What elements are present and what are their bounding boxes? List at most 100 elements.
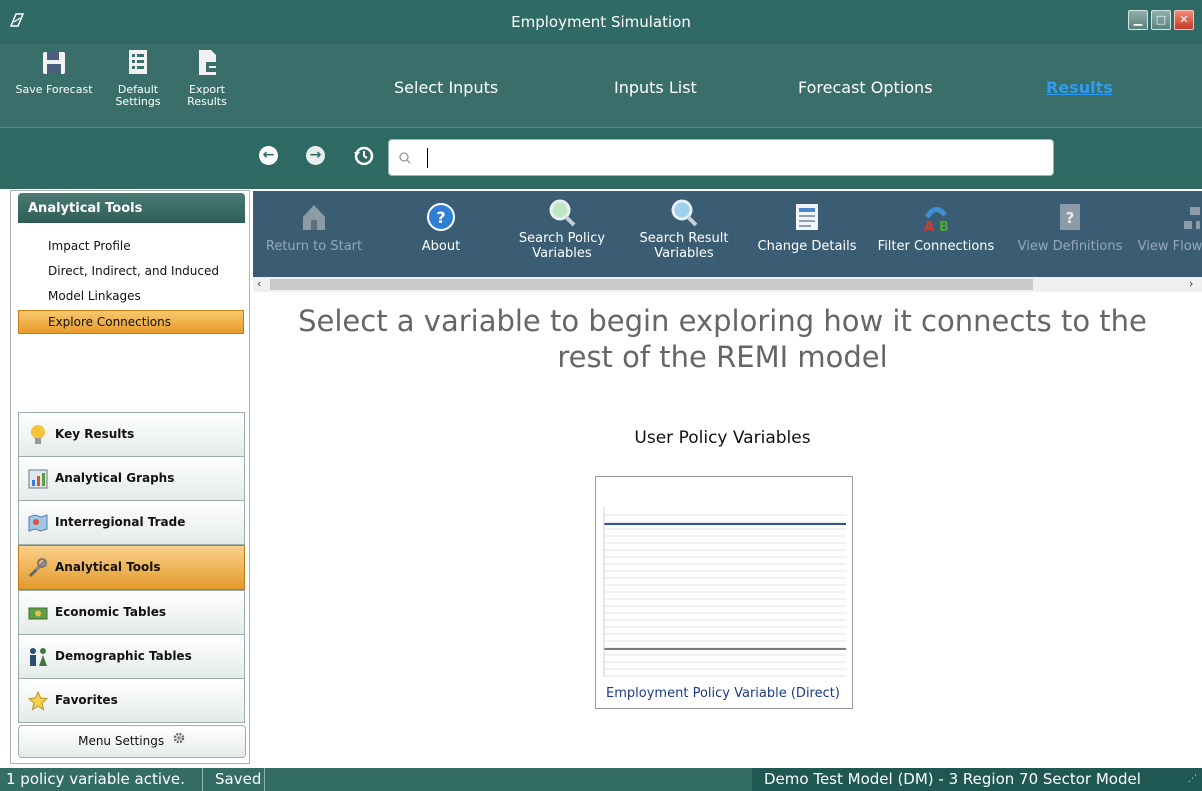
scroll-right-icon[interactable]: › xyxy=(1189,277,1193,290)
magnifier-blue-icon xyxy=(669,197,699,229)
export-results-label: Export Results xyxy=(187,83,227,108)
view-flow-button[interactable]: View Flow xyxy=(1130,191,1202,277)
category-key-results-label: Key Results xyxy=(55,427,135,441)
star-icon xyxy=(27,690,49,712)
tab-inputs-list[interactable]: Inputs List xyxy=(614,78,697,97)
variable-thumbnail-graph xyxy=(596,477,852,687)
sidebar-header: Analytical Tools xyxy=(18,193,245,223)
default-settings-label: Default Settings xyxy=(115,83,161,108)
status-saved: Saved xyxy=(215,770,262,788)
menu-settings-label: Menu Settings xyxy=(78,734,165,748)
magnifier-green-icon xyxy=(547,197,577,229)
history-icon[interactable] xyxy=(352,144,376,168)
maximize-button[interactable]: □ xyxy=(1151,10,1171,30)
svg-text:B: B xyxy=(939,220,949,233)
menu-settings-button[interactable]: Menu Settings xyxy=(18,725,246,758)
search-result-variables-label: Search Result Variables xyxy=(639,231,729,261)
window-title: Employment Simulation xyxy=(511,13,691,31)
gear-icon xyxy=(172,726,186,757)
return-to-start-label: Return to Start xyxy=(265,239,363,254)
about-button[interactable]: ? About xyxy=(402,191,480,277)
status-bar: 1 policy variable active. Saved Demo Tes… xyxy=(0,768,1202,791)
export-results-button[interactable]: Export Results xyxy=(176,48,238,124)
search-icon xyxy=(399,149,411,164)
category-demographic-tables[interactable]: Demographic Tables xyxy=(18,634,245,679)
export-icon xyxy=(194,48,220,78)
forward-arrow-icon[interactable]: → xyxy=(306,146,325,165)
sidebar-item-direct-indirect-induced[interactable]: Direct, Indirect, and Induced xyxy=(48,264,219,278)
back-arrow-icon[interactable]: ← xyxy=(259,146,278,165)
change-details-label: Change Details xyxy=(757,239,857,254)
main-headline: Select a variable to begin exploring how… xyxy=(253,303,1192,375)
definitions-icon: ? xyxy=(1055,201,1085,233)
filter-ab-icon: AB xyxy=(921,201,951,235)
about-label: About xyxy=(421,239,461,254)
sidebar-item-model-linkages[interactable]: Model Linkages xyxy=(48,289,141,303)
change-details-button[interactable]: Change Details xyxy=(752,191,862,277)
main-headline-line2: rest of the REMI model xyxy=(557,340,888,374)
category-key-results[interactable]: Key Results xyxy=(18,412,245,457)
tab-forecast-options[interactable]: Forecast Options xyxy=(798,78,933,97)
view-definitions-button[interactable]: ? View Definitions xyxy=(1008,191,1132,277)
save-forecast-label: Save Forecast xyxy=(15,83,93,96)
main-headline-line1: Select a variable to begin exploring how… xyxy=(298,304,1147,338)
filter-connections-button[interactable]: AB Filter Connections xyxy=(872,191,1000,277)
floppy-icon xyxy=(41,48,67,78)
close-button[interactable]: ✕ xyxy=(1174,10,1194,30)
variable-caption[interactable]: Employment Policy Variable (Direct) xyxy=(597,686,849,701)
ribbon: Save Forecast Default Settings Export Re… xyxy=(0,44,1202,127)
graph-icon xyxy=(27,468,49,490)
category-interregional-trade[interactable]: Interregional Trade xyxy=(18,500,245,545)
scroll-left-icon[interactable]: ‹ xyxy=(257,277,261,290)
category-favorites[interactable]: Favorites xyxy=(18,678,245,723)
toolbar-scrollbar[interactable]: ‹ › xyxy=(253,277,1202,292)
search-result-variables-button[interactable]: Search Result Variables xyxy=(626,191,742,277)
status-policy-count: 1 policy variable active. xyxy=(6,770,185,788)
people-icon xyxy=(27,646,49,668)
status-model-panel: Demo Test Model (DM) - 3 Region 70 Secto… xyxy=(752,768,1202,791)
map-icon xyxy=(27,512,49,534)
save-forecast-button[interactable]: Save Forecast xyxy=(4,48,104,124)
category-analytical-graphs[interactable]: Analytical Graphs xyxy=(18,456,245,501)
category-demographic-tables-label: Demographic Tables xyxy=(55,649,192,663)
view-flow-label: View Flow xyxy=(1137,239,1202,254)
category-economic-tables-label: Economic Tables xyxy=(55,605,166,619)
category-analytical-graphs-label: Analytical Graphs xyxy=(55,471,175,485)
variable-thumbnail-card[interactable] xyxy=(595,476,853,709)
money-icon xyxy=(27,602,49,624)
default-settings-button[interactable]: Default Settings xyxy=(112,48,164,124)
text-caret xyxy=(427,148,428,168)
lightbulb-icon xyxy=(27,424,49,446)
tools-icon xyxy=(27,557,49,579)
sidebar-item-explore-connections[interactable]: Explore Connections xyxy=(18,310,244,334)
tab-select-inputs[interactable]: Select Inputs xyxy=(394,78,498,97)
svg-text:?: ? xyxy=(1066,209,1075,227)
section-title: User Policy Variables xyxy=(634,428,811,448)
sidebar-item-explore-connections-label: Explore Connections xyxy=(48,315,171,329)
filter-connections-label: Filter Connections xyxy=(877,239,995,254)
home-icon xyxy=(299,201,329,233)
search-input[interactable] xyxy=(388,139,1054,176)
view-definitions-label: View Definitions xyxy=(1017,239,1123,254)
search-policy-variables-button[interactable]: Search Policy Variables xyxy=(504,191,620,277)
status-model: Demo Test Model (DM) - 3 Region 70 Secto… xyxy=(764,770,1141,788)
tab-results[interactable]: Results xyxy=(1046,78,1113,97)
sidebar-header-label: Analytical Tools xyxy=(28,201,143,216)
minimize-button[interactable]: ▁ xyxy=(1128,10,1148,30)
category-analytical-tools[interactable]: Analytical Tools xyxy=(18,545,245,590)
flow-icon xyxy=(1170,201,1202,233)
list-icon xyxy=(125,48,151,78)
category-favorites-label: Favorites xyxy=(55,693,118,707)
svg-text:?: ? xyxy=(436,208,445,227)
document-icon xyxy=(792,201,822,233)
scrollbar-thumb[interactable] xyxy=(270,279,1033,290)
status-separator xyxy=(202,768,203,791)
svg-text:A: A xyxy=(924,220,934,233)
return-to-start-button[interactable]: Return to Start xyxy=(258,191,370,277)
title-bar: Employment Simulation ▁ □ ✕ xyxy=(0,0,1202,45)
resize-grip-icon[interactable]: ⋰ xyxy=(1188,774,1197,784)
category-economic-tables[interactable]: Economic Tables xyxy=(18,590,245,635)
help-icon: ? xyxy=(426,201,456,233)
sidebar-item-impact-profile[interactable]: Impact Profile xyxy=(48,239,131,253)
view-flow-clip: View Flow xyxy=(1130,191,1202,277)
